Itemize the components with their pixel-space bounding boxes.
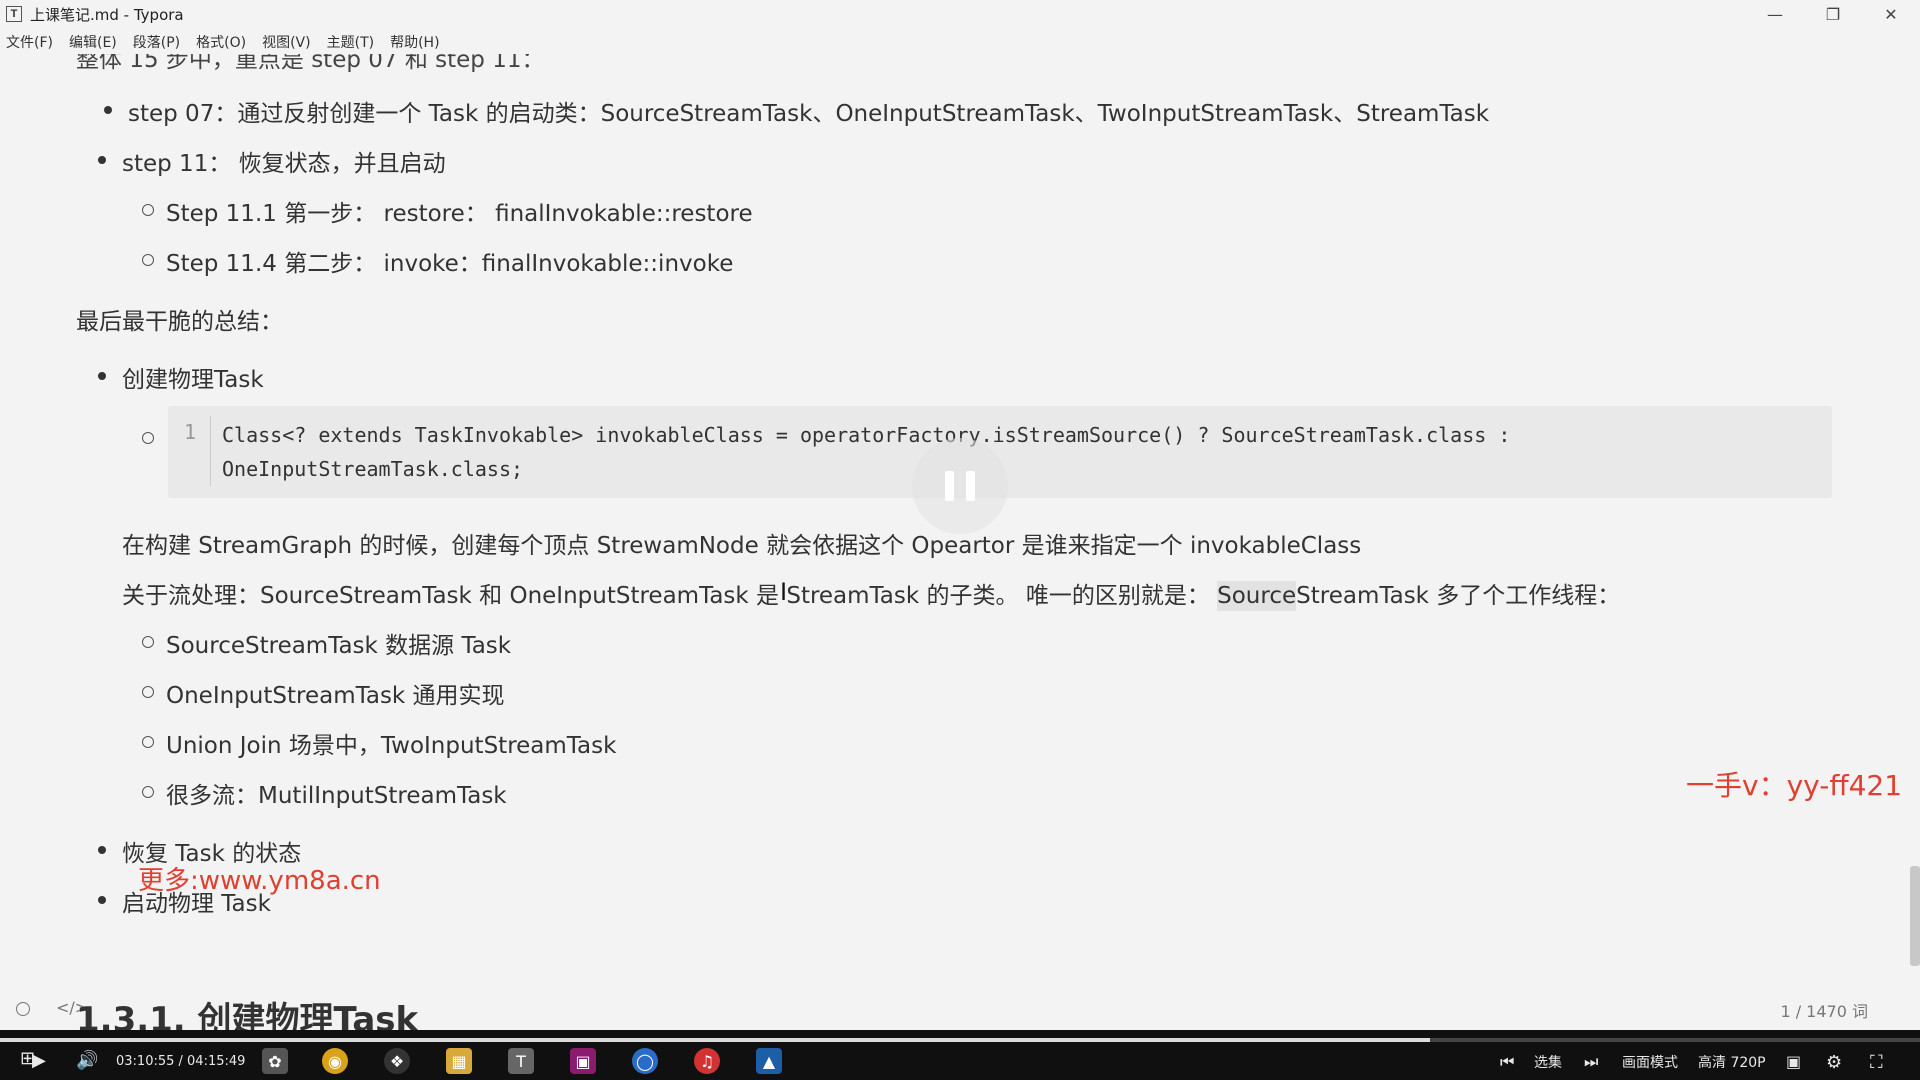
menu-view[interactable]: 视图(V) — [262, 32, 311, 52]
progress-fill — [0, 1038, 1431, 1042]
menu-edit[interactable]: 编辑(E) — [69, 32, 117, 52]
settings-gear-icon[interactable]: ⚙ — [1826, 1052, 1842, 1073]
music-app-icon[interactable]: ♫ — [694, 1048, 720, 1074]
list-item-step11: step 11： 恢复状态，并且启动 — [98, 144, 446, 178]
volume-icon[interactable]: 🔊 — [76, 1050, 98, 1071]
paragraph-streamgraph: 在构建 StreamGraph 的时候，创建每个顶点 StrewamNode 就… — [122, 533, 1362, 559]
code-gutter — [210, 416, 211, 486]
playback-time: 03:10:55 / 04:15:49 — [116, 1054, 246, 1069]
typora-app-icon: T — [6, 6, 22, 22]
title-bar: T 上课笔记.md - Typora — ❐ ✕ — [0, 0, 1920, 28]
restore-icon[interactable]: ❐ — [1804, 0, 1862, 28]
code-line-2: OneInputStreamTask.class; — [222, 457, 524, 481]
episodes-button[interactable]: 选集 — [1534, 1052, 1562, 1072]
menu-bar: 文件(F) 编辑(E) 段落(P) 格式(O) 视图(V) 主题(T) 帮助(H… — [0, 30, 1920, 54]
video-player-bar: ⊞ ▶ 🔊 03:10:55 / 04:15:49 ✿ ◉ ❖ ▦ T ▣ ◯ … — [0, 1030, 1920, 1080]
menu-file[interactable]: 文件(F) — [6, 32, 53, 52]
list-item-create-task: 创建物理Task — [98, 360, 264, 394]
menu-help[interactable]: 帮助(H) — [390, 32, 439, 52]
list-item-source: SourceStreamTask 数据源 Task — [141, 626, 511, 660]
typora-taskbar-icon[interactable]: T — [508, 1048, 534, 1074]
word-count[interactable]: 1 / 1470 词 — [1780, 998, 1868, 1022]
play-icon[interactable]: ▶ — [32, 1050, 46, 1071]
list-item-union-join: Union Join 场景中，TwoInputStreamTask — [141, 726, 616, 760]
menu-paragraph[interactable]: 段落(P) — [133, 32, 180, 52]
app-wheel-icon[interactable]: ❖ — [384, 1048, 410, 1074]
watermark-contact: 一手v：yy-ff421 — [1686, 769, 1903, 802]
next-icon[interactable]: ⏭ — [1584, 1052, 1598, 1072]
code-line-1: Class<? extends TaskInvokable> invokable… — [222, 423, 1511, 447]
paragraph-stream-processing: 关于流处理：SourceStreamTask 和 OneInputStreamT… — [122, 576, 1621, 611]
text-cursor-icon: I — [780, 578, 788, 606]
selected-text: Source — [1217, 581, 1297, 611]
next-heading: 1.3.1. 创建物理Task — [76, 1000, 419, 1030]
pause-icon[interactable] — [912, 438, 1008, 534]
outline-toggle-icon[interactable] — [16, 1002, 30, 1016]
list-item-oneinput: OneInputStreamTask 通用实现 — [142, 676, 505, 710]
menu-theme[interactable]: 主题(T) — [327, 32, 374, 52]
code-list-marker — [142, 422, 167, 444]
code-line-number: 1 — [184, 420, 197, 444]
code-content: Class<? extends TaskInvokable> invokable… — [222, 418, 1510, 486]
picture-mode-button[interactable]: 画面模式 — [1622, 1052, 1678, 1072]
list-item-step07: step 07：通过反射创建一个 Task 的启动类：SourceStreamT… — [103, 94, 1489, 128]
file-explorer-icon[interactable]: ▦ — [446, 1048, 472, 1074]
image-viewer-icon[interactable]: ▲ — [756, 1048, 782, 1074]
status-bar: </> 1.3.1. 创建物理Task 1 / 1470 词 — [0, 990, 1920, 1030]
chrome-icon[interactable]: ◉ — [322, 1048, 348, 1074]
watermark-url: 更多:www.ym8a.cn — [138, 866, 381, 896]
fullscreen-icon[interactable]: ⛶ — [1870, 1052, 1883, 1073]
list-item-step11-1: Step 11.1 第一步： restore： finalInvokable::… — [142, 194, 753, 228]
window-controls: — ❐ ✕ — [1746, 0, 1920, 28]
previous-icon[interactable]: ⏮ — [1500, 1052, 1514, 1072]
quality-button[interactable]: 高清 720P — [1698, 1052, 1766, 1072]
editor-scrollbar[interactable] — [1910, 866, 1920, 966]
intellij-icon[interactable]: ▣ — [570, 1048, 596, 1074]
minimize-icon[interactable]: — — [1746, 0, 1804, 28]
close-icon[interactable]: ✕ — [1862, 0, 1920, 28]
paragraph-text-b: StreamTask 多了个工作线程： — [1296, 583, 1621, 609]
menu-format[interactable]: 格式(O) — [196, 32, 246, 52]
partial-line: 整体 15 步中，重点是 step 07 和 step 11： — [76, 54, 545, 73]
screenshot-icon[interactable]: ▣ — [1786, 1052, 1801, 1071]
taskbar-app-icon[interactable]: ✿ — [262, 1048, 288, 1074]
list-item-multi-input: 很多流：MutilInputStreamTask — [142, 776, 507, 810]
browser-icon[interactable]: ◯ — [632, 1048, 658, 1074]
paragraph-text-a: 关于流处理：SourceStreamTask 和 OneInputStreamT… — [122, 583, 1218, 609]
summary-heading: 最后最干脆的总结： — [76, 309, 283, 335]
list-item-step11-4: Step 11.4 第二步： invoke：finalInvokable::in… — [141, 244, 733, 278]
window-title: 上课笔记.md - Typora — [30, 5, 184, 24]
progress-track[interactable] — [0, 1038, 1920, 1042]
